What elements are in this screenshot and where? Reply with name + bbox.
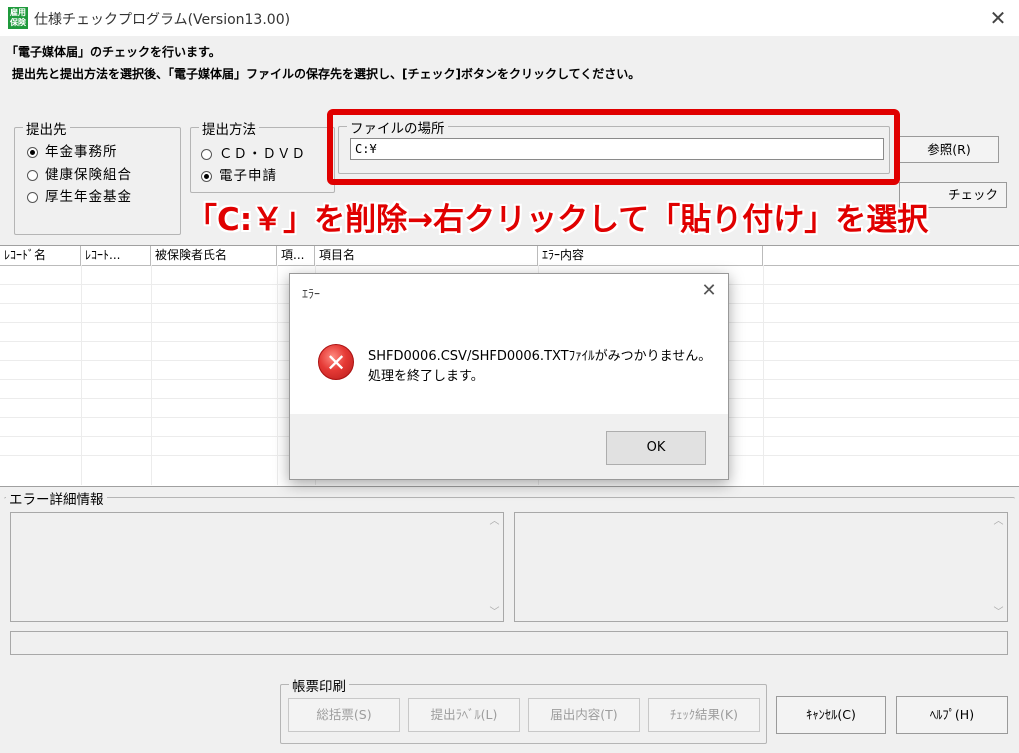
submission-label-button[interactable]: 提出ﾗﾍﾞﾙ(L) bbox=[408, 698, 520, 732]
radio-label: 電子申請 bbox=[219, 168, 277, 184]
error-details-legend: エラー詳細情報 bbox=[6, 488, 107, 508]
error-dialog: ｴﾗｰ ✕ ✕ SHFD0006.CSV/SHFD0006.TXTﾌｧｲﾙがみつ… bbox=[289, 273, 729, 480]
grid-divider bbox=[277, 265, 278, 485]
dialog-message-line-2: 処理を終了します。 bbox=[368, 369, 484, 384]
window-title: 仕様チェックプログラム(Version13.00) bbox=[34, 12, 291, 28]
scrollbar[interactable]: ︿ ﹀ bbox=[486, 513, 503, 621]
radio-label: 厚生年金基金 bbox=[45, 189, 132, 205]
dialog-title: ｴﾗｰ bbox=[302, 287, 321, 301]
radio-label: ＣＤ・ＤＶＤ bbox=[219, 146, 306, 162]
error-icon: ✕ bbox=[318, 344, 354, 380]
notification-content-button[interactable]: 届出内容(T) bbox=[528, 698, 640, 732]
submit-method-legend: 提出方法 bbox=[199, 118, 259, 138]
radio-label: 年金事務所 bbox=[45, 144, 118, 160]
cancel-button[interactable]: ｷｬﾝｾﾙ(C) bbox=[776, 696, 886, 734]
grid-divider bbox=[763, 265, 764, 485]
app-icon: 雇用保険 bbox=[8, 7, 28, 29]
scroll-down-icon[interactable]: ﹀ bbox=[990, 604, 1007, 621]
browse-button[interactable]: 参照(R) bbox=[899, 136, 999, 163]
instruction-line-1: 「電子媒体届」のチェックを行います。 bbox=[6, 45, 221, 59]
submit-to-legend: 提出先 bbox=[23, 118, 70, 138]
radio-icon bbox=[27, 169, 38, 181]
radio-icon bbox=[27, 191, 38, 203]
error-detail-left[interactable]: ︿ ﹀ bbox=[10, 512, 504, 622]
scroll-down-icon[interactable]: ﹀ bbox=[486, 604, 503, 621]
scroll-up-icon[interactable]: ︿ bbox=[990, 513, 1007, 530]
instruction-line-2: 提出先と提出方法を選択後、「電子媒体届」ファイルの保存先を選択し、[チェック]ボ… bbox=[12, 67, 641, 81]
dialog-message-line-1: SHFD0006.CSV/SHFD0006.TXTﾌｧｲﾙがみつかりません。 bbox=[368, 349, 712, 364]
error-detail-right[interactable]: ︿ ﹀ bbox=[514, 512, 1008, 622]
radio-nenkin-office[interactable]: 年金事務所 bbox=[27, 140, 118, 160]
summary-form-button[interactable]: 総括票(S) bbox=[288, 698, 400, 732]
grid-divider bbox=[81, 265, 82, 485]
submit-to-group: 提出先 年金事務所 健康保険組合 厚生年金基金 bbox=[14, 118, 181, 235]
radio-e-application[interactable]: 電子申請 bbox=[201, 164, 277, 184]
print-legend: 帳票印刷 bbox=[289, 675, 349, 695]
radio-icon bbox=[201, 148, 212, 160]
radio-health-insurance[interactable]: 健康保険組合 bbox=[27, 163, 132, 183]
column-header[interactable]: ｴﾗｰ内容 bbox=[538, 246, 763, 265]
check-result-button[interactable]: ﾁｪｯｸ結果(K) bbox=[648, 698, 760, 732]
radio-pension-fund[interactable]: 厚生年金基金 bbox=[27, 185, 132, 205]
grid-header: ﾚｺｰﾄﾞ名 ﾚｺｰﾄ... 被保険者氏名 項... 項目名 ｴﾗｰ内容 bbox=[0, 246, 1019, 266]
column-header[interactable]: 項目名 bbox=[315, 246, 538, 265]
column-header[interactable]: 被保険者氏名 bbox=[151, 246, 277, 265]
submit-method-group: 提出方法 ＣＤ・ＤＶＤ 電子申請 bbox=[190, 118, 335, 193]
ok-button[interactable]: OK bbox=[606, 431, 706, 465]
radio-label: 健康保険組合 bbox=[45, 167, 132, 183]
radio-selected-icon bbox=[27, 146, 38, 158]
annotation-text: 「C:￥」を削除→右クリックして「貼り付け」を選択 bbox=[186, 202, 929, 238]
help-button[interactable]: ﾍﾙﾌﾟ(H) bbox=[896, 696, 1008, 734]
column-header[interactable]: ﾚｺｰﾄ... bbox=[81, 246, 151, 265]
radio-cd-dvd[interactable]: ＣＤ・ＤＶＤ bbox=[201, 142, 306, 162]
dialog-close-button[interactable]: ✕ bbox=[695, 278, 723, 304]
title-bar: 雇用保険 仕様チェックプログラム(Version13.00) ✕ bbox=[0, 0, 1019, 36]
scrollbar[interactable]: ︿ ﹀ bbox=[990, 513, 1007, 621]
highlight-frame bbox=[327, 109, 900, 185]
column-header[interactable]: ﾚｺｰﾄﾞ名 bbox=[0, 246, 81, 265]
radio-selected-icon bbox=[201, 170, 212, 182]
column-header[interactable]: 項... bbox=[277, 246, 315, 265]
grid-divider bbox=[151, 265, 152, 485]
window-close-button[interactable]: ✕ bbox=[982, 4, 1014, 32]
scroll-up-icon[interactable]: ︿ bbox=[486, 513, 503, 530]
status-field bbox=[10, 631, 1008, 655]
